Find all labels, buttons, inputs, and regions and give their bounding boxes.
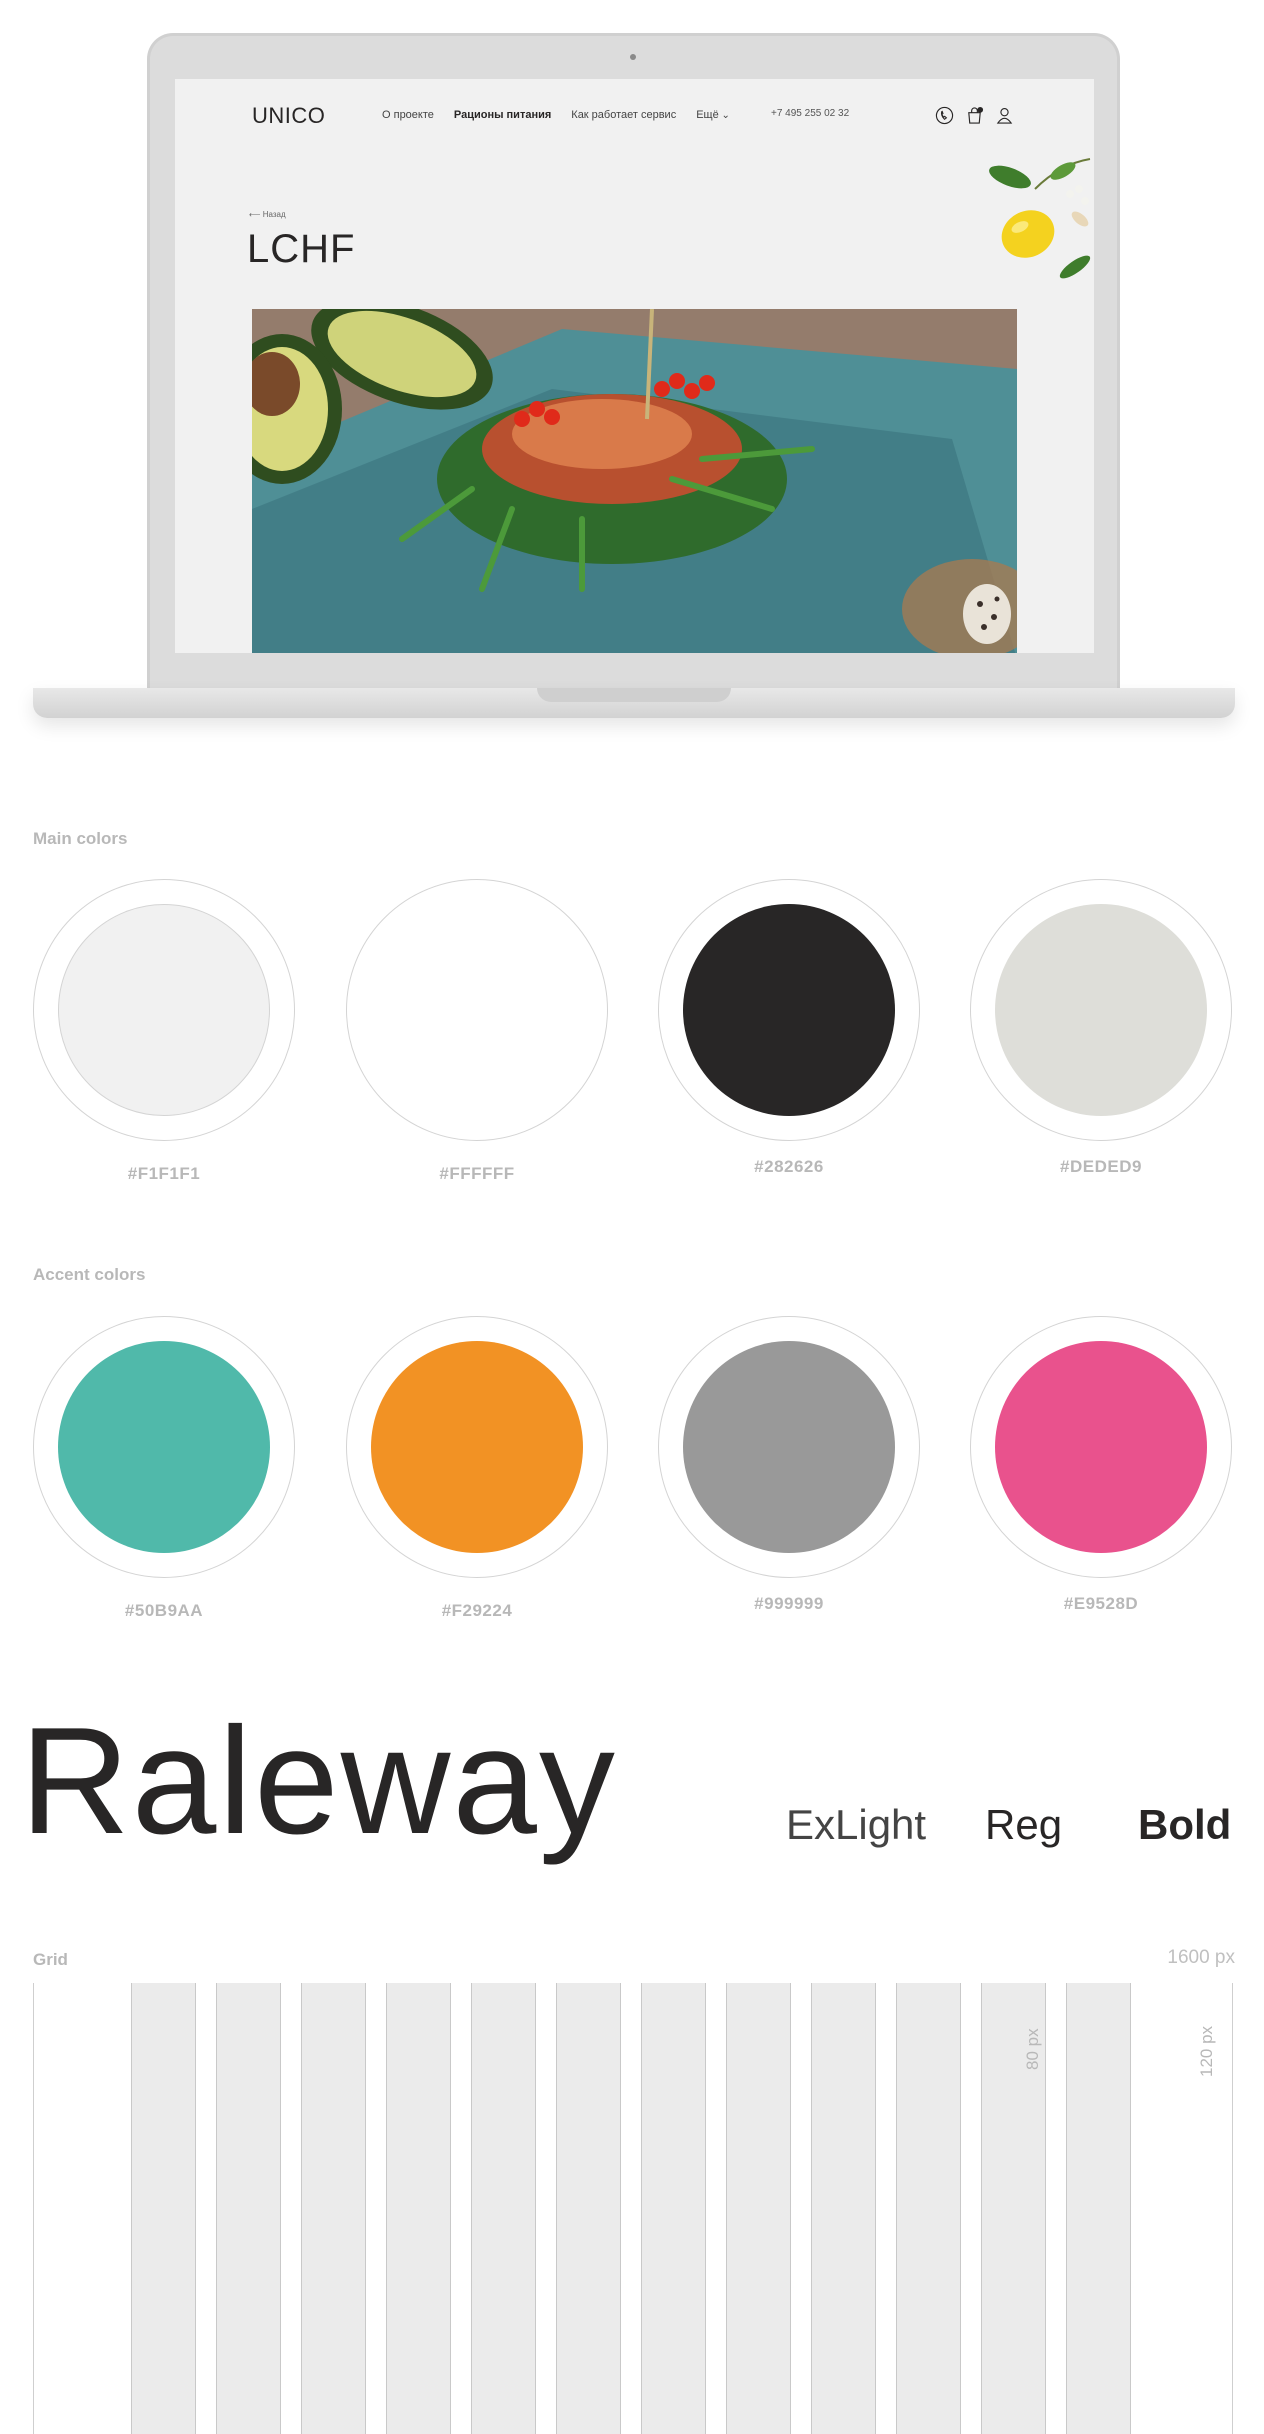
swatch-ring: [658, 879, 920, 1141]
swatch-hex-label: #50B9AA: [124, 1601, 204, 1620]
swatch-hex-label: #DEDED9: [1060, 1157, 1142, 1176]
accent-swatch-1: #50B9AA: [33, 1316, 295, 1620]
main-swatch-1: #F1F1F1: [33, 879, 295, 1183]
back-link[interactable]: ⟵ Назад: [249, 210, 286, 219]
grid-column: [1066, 1983, 1131, 2434]
nav-item-diets[interactable]: Рационы питания: [454, 109, 551, 121]
swatch-ring: [346, 1316, 608, 1578]
swatch-dot: [995, 1341, 1207, 1553]
swatch-ring: [970, 1316, 1232, 1578]
swatch-ring: [970, 879, 1232, 1141]
hero-food-photo: [252, 309, 1017, 653]
cart-icon[interactable]: [965, 106, 984, 130]
grid-column: [896, 1983, 961, 2434]
grid-column: [386, 1983, 451, 2434]
nav-item-about[interactable]: О проекте: [382, 109, 434, 121]
grid-area: 80 px 120 px: [33, 1983, 1233, 2434]
swatch-hex-label: #999999: [754, 1594, 824, 1613]
swatch-dot: [371, 904, 583, 1116]
grid-column: [556, 1983, 621, 2434]
swatch-ring: [346, 879, 608, 1141]
page-title: LCHF: [247, 227, 356, 271]
nav-item-how-it-works[interactable]: Как работает сервис: [571, 109, 676, 121]
font-family-name: Raleway: [20, 1696, 617, 1866]
margin-width-label: 120 px: [1197, 2025, 1216, 2077]
grid-column: [131, 1983, 196, 2434]
main-swatch-2: #FFFFFF: [346, 879, 608, 1183]
swatch-dot: [995, 904, 1207, 1116]
grid-column: [471, 1983, 536, 2434]
swatch-ring: [33, 879, 295, 1141]
swatch-ring: [33, 1316, 295, 1578]
site-nav: О проекте Рационы питания Как работает с…: [382, 109, 730, 121]
column-width-label: 80 px: [1023, 2028, 1042, 2070]
laptop-camera: [630, 54, 636, 60]
swatch-dot: [58, 1341, 270, 1553]
accent-swatch-3: #999999: [658, 1316, 920, 1613]
font-weight-regular: Reg: [985, 1801, 1063, 1848]
font-weight-exlight: ExLight: [786, 1801, 927, 1848]
grid-column: [726, 1983, 791, 2434]
font-weight-bold: Bold: [1138, 1801, 1232, 1848]
lemon-illustration: [989, 158, 1091, 279]
swatch-hex-label: #282626: [754, 1157, 824, 1176]
site-logo[interactable]: UNICO: [252, 103, 325, 129]
swatch-dot: [371, 1341, 583, 1553]
site-icons: [935, 106, 1014, 130]
laptop-notch: [537, 688, 731, 702]
grid-heading: Grid: [33, 1950, 68, 1969]
swatch-dot: [683, 1341, 895, 1553]
main-swatch-4: #DEDED9: [970, 879, 1232, 1176]
grid-column: [216, 1983, 281, 2434]
swatch-hex-label: #FFFFFF: [439, 1164, 515, 1183]
phone-icon[interactable]: [935, 106, 954, 130]
swatch-hex-label: #E9528D: [1063, 1594, 1139, 1613]
site-phone[interactable]: +7 495 255 02 32: [771, 108, 849, 119]
grid-width-label: 1600 px: [1167, 1947, 1235, 1968]
swatch-hex-label: #F1F1F1: [127, 1164, 201, 1183]
swatch-dot: [58, 904, 270, 1116]
swatch-dot: [683, 904, 895, 1116]
accent-swatch-2: #F29224: [346, 1316, 608, 1620]
swatch-ring: [658, 1316, 920, 1578]
accent-colors-heading: Accent colors: [33, 1265, 146, 1284]
laptop-screen: UNICO О проекте Рационы питания Как рабо…: [175, 79, 1094, 653]
user-icon[interactable]: [995, 106, 1014, 130]
swatch-hex-label: #F29224: [441, 1601, 513, 1620]
grid-column: [641, 1983, 706, 2434]
main-swatch-3: #282626: [658, 879, 920, 1176]
main-colors-heading: Main colors: [33, 829, 128, 848]
accent-swatch-4: #E9528D: [970, 1316, 1232, 1613]
nav-item-more[interactable]: Ещё: [696, 109, 730, 121]
grid-column: [301, 1983, 366, 2434]
grid-column: [811, 1983, 876, 2434]
